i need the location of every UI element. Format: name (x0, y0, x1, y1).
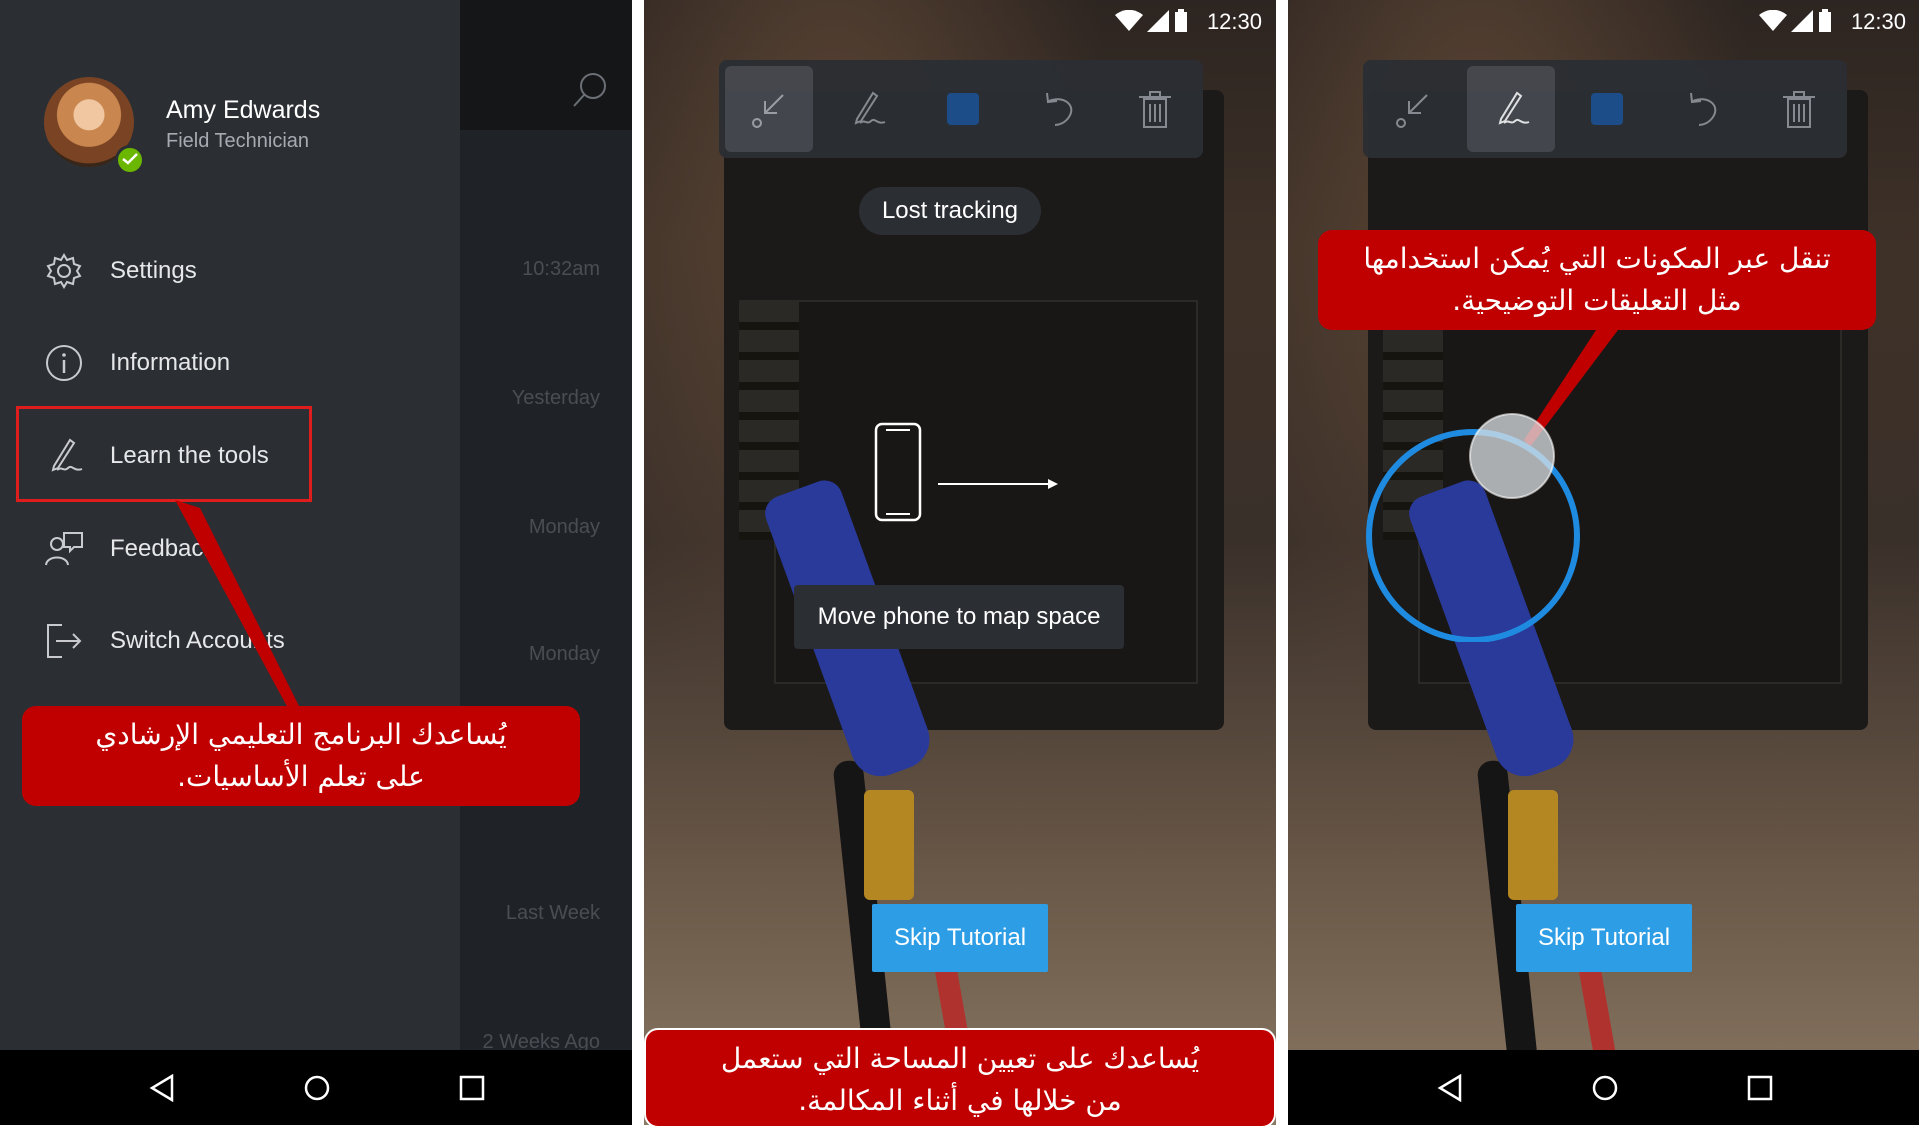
status-bar: 12:30 (644, 0, 1276, 40)
recents-icon[interactable] (452, 1068, 492, 1108)
wifi-icon (1115, 10, 1143, 31)
phone-move-hint-icon (874, 422, 1058, 522)
trash-icon (1139, 91, 1171, 128)
battery-icon (1175, 9, 1187, 32)
android-nav-bar (1288, 1050, 1919, 1125)
back-icon[interactable] (144, 1068, 184, 1108)
pointer-tool-icon (752, 94, 784, 128)
tools-tutorial-screen: 12:30 تنقل عبر المكونات التي يُمكن استخد… (1288, 0, 1919, 1125)
undo-tool[interactable] (1015, 66, 1103, 152)
home-icon[interactable] (1585, 1068, 1625, 1108)
home-icon[interactable] (297, 1068, 337, 1108)
annotation-toolbar (719, 60, 1203, 158)
color-swatch-icon (947, 93, 979, 125)
callout-line: يُساعدك البرنامج التعليمي الإرشادي (95, 718, 507, 751)
callout-tools: تنقل عبر المكونات التي يُمكن استخدامها م… (1318, 230, 1876, 330)
callout-map-space: يُساعدك على تعيين المساحة التي ستعمل من … (644, 1028, 1276, 1128)
move-phone-label: Move phone to map space (794, 585, 1124, 649)
callout-line: على تعلم الأساسيات. (177, 760, 425, 793)
back-icon[interactable] (1432, 1068, 1472, 1108)
skip-tutorial-button[interactable]: Skip Tutorial (872, 904, 1048, 972)
coupler-photo (864, 790, 914, 900)
android-nav-bar (0, 1050, 632, 1125)
tracking-tutorial-screen: 12:30 Lost tracking Move phone to map sp… (644, 0, 1276, 1125)
signal-icon (1147, 10, 1169, 32)
recents-icon[interactable] (1740, 1068, 1780, 1108)
tracking-target-ring-icon (1366, 413, 1580, 642)
callout-pointer (175, 500, 300, 712)
lost-tracking-label: Lost tracking (859, 187, 1041, 235)
pen-tool-icon (854, 91, 886, 125)
callout-learn-tools: يُساعدك البرنامج التعليمي الإرشادي على ت… (22, 706, 580, 806)
callout-line: مثل التعليقات التوضيحية. (1452, 284, 1742, 317)
undo-icon (1046, 92, 1073, 126)
skip-tutorial-button[interactable]: Skip Tutorial (1516, 904, 1692, 972)
callout-line: من خلالها في أثناء المكالمة. (798, 1084, 1122, 1117)
status-time: 12:30 (1206, 9, 1262, 34)
drawer-screen: 10:32am Yesterday Monday Monday Last Wee… (0, 0, 632, 1125)
color-tool[interactable] (919, 66, 1007, 152)
pointer-tool[interactable] (725, 66, 813, 152)
pen-tool[interactable] (823, 66, 911, 152)
delete-tool[interactable] (1111, 66, 1199, 152)
callout-line: يُساعدك على تعيين المساحة التي ستعمل (720, 1042, 1200, 1075)
callout-line: تنقل عبر المكونات التي يُمكن استخدامها (1363, 242, 1831, 275)
